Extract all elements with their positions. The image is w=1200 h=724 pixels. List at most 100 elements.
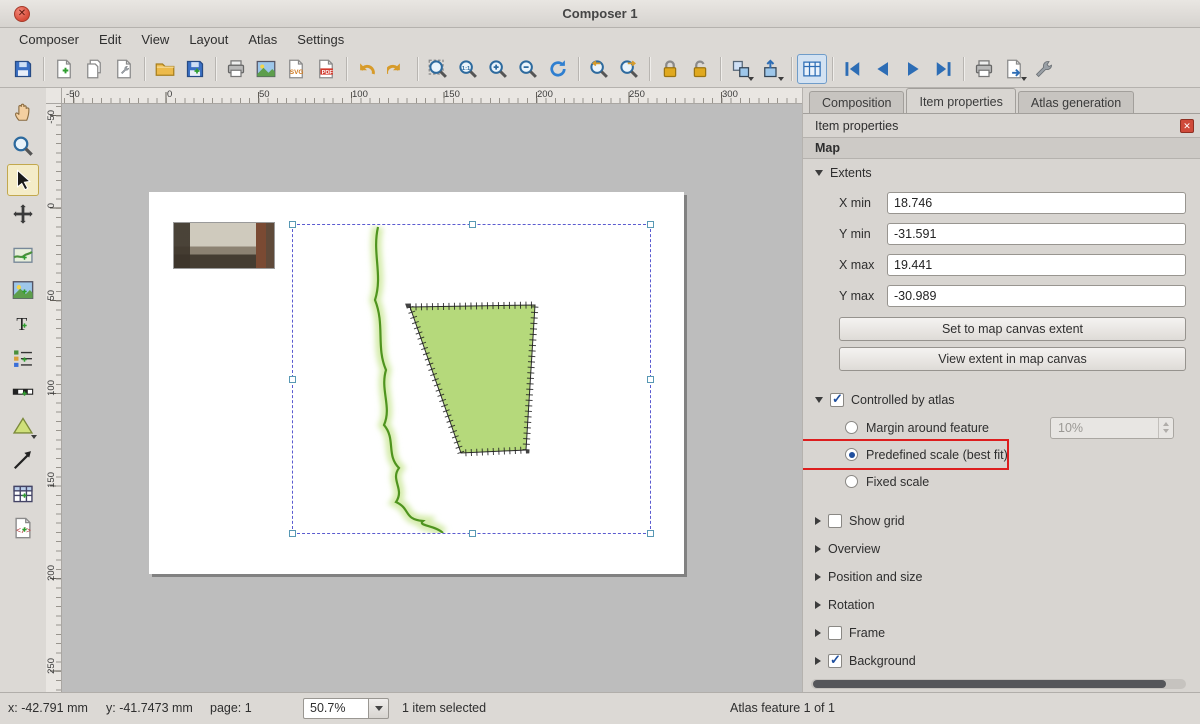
spinner-arrows-icon[interactable]	[1158, 418, 1173, 438]
tab-composition[interactable]: Composition	[809, 91, 904, 113]
show-grid-checkbox[interactable]	[828, 514, 842, 528]
atlas-first-feature-button[interactable]	[838, 54, 868, 84]
add-html-button[interactable]	[7, 512, 39, 544]
window-close-button[interactable]: ✕	[14, 6, 30, 22]
view-extent-in-map-canvas-button[interactable]: View extent in map canvas	[839, 347, 1186, 371]
redo-button[interactable]	[382, 54, 412, 84]
composition-page[interactable]	[149, 192, 684, 574]
background-section[interactable]: Background	[803, 647, 1200, 675]
resize-handle-se[interactable]	[647, 530, 654, 537]
add-shape-button[interactable]	[7, 410, 39, 442]
add-arrow-button[interactable]	[7, 444, 39, 476]
picture-item[interactable]	[174, 223, 274, 268]
atlas-previous-feature-button[interactable]	[868, 54, 898, 84]
fixed-scale-radio[interactable]	[845, 475, 858, 488]
atlas-settings-button[interactable]	[1029, 54, 1059, 84]
pan-tool-button[interactable]	[7, 96, 39, 128]
add-label-button[interactable]	[7, 308, 39, 340]
collapse-arrow-icon	[815, 397, 823, 403]
save-project-button[interactable]	[8, 54, 38, 84]
xmin-input[interactable]	[887, 192, 1186, 214]
rotation-section[interactable]: Rotation	[803, 591, 1200, 619]
frame-section[interactable]: Frame	[803, 619, 1200, 647]
add-attribute-table-button[interactable]	[7, 478, 39, 510]
new-composer-button[interactable]	[49, 54, 79, 84]
position-and-size-section[interactable]: Position and size	[803, 563, 1200, 591]
menu-composer[interactable]: Composer	[10, 30, 88, 49]
xmax-input[interactable]	[887, 254, 1186, 276]
controlled-by-atlas-header[interactable]: Controlled by atlas	[803, 386, 1200, 414]
zoom-in-button[interactable]	[483, 54, 513, 84]
export-image-button[interactable]	[251, 54, 281, 84]
print-atlas-button[interactable]	[969, 54, 999, 84]
resize-handle-w[interactable]	[289, 376, 296, 383]
panel-close-icon[interactable]: ✕	[1180, 119, 1194, 133]
zoom-dropdown-button[interactable]	[369, 698, 389, 719]
tab-atlas-generation[interactable]: Atlas generation	[1018, 91, 1134, 113]
atlas-next-feature-button[interactable]	[898, 54, 928, 84]
resize-handle-e[interactable]	[647, 376, 654, 383]
xmin-label: X min	[839, 196, 883, 210]
zoom-100-button[interactable]	[453, 54, 483, 84]
export-svg-button[interactable]	[281, 54, 311, 84]
add-map-icon	[12, 245, 34, 267]
atlas-last-feature-button[interactable]	[928, 54, 958, 84]
resize-handle-ne[interactable]	[647, 221, 654, 228]
controlled-by-atlas-label: Controlled by atlas	[851, 393, 955, 407]
tab-item-properties[interactable]: Item properties	[906, 88, 1015, 113]
show-grid-section[interactable]: Show grid	[803, 507, 1200, 535]
raise-items-button[interactable]	[756, 54, 786, 84]
export-pdf-button[interactable]	[311, 54, 341, 84]
resize-handle-s[interactable]	[469, 530, 476, 537]
add-scalebar-button[interactable]	[7, 376, 39, 408]
zoom-tool-button[interactable]	[7, 130, 39, 162]
ymax-input[interactable]	[887, 285, 1186, 307]
menu-atlas[interactable]: Atlas	[239, 30, 286, 49]
resize-handle-sw[interactable]	[289, 530, 296, 537]
composition-canvas[interactable]	[62, 104, 802, 692]
group-items-button[interactable]	[726, 54, 756, 84]
collapse-arrow-icon	[815, 573, 821, 581]
add-legend-button[interactable]	[7, 342, 39, 374]
zoom-last-button[interactable]	[584, 54, 614, 84]
overview-section[interactable]: Overview	[803, 535, 1200, 563]
zoom-out-button[interactable]	[513, 54, 543, 84]
composer-manager-button[interactable]	[109, 54, 139, 84]
pan-hand-icon	[12, 101, 34, 123]
print-button[interactable]	[221, 54, 251, 84]
background-checkbox[interactable]	[828, 654, 842, 668]
zoom-full-button[interactable]	[423, 54, 453, 84]
menu-view[interactable]: View	[132, 30, 178, 49]
add-image-button[interactable]	[7, 274, 39, 306]
scrollbar-thumb[interactable]	[813, 680, 1166, 688]
load-template-button[interactable]	[150, 54, 180, 84]
refresh-view-button[interactable]	[543, 54, 573, 84]
select-move-item-button[interactable]	[7, 164, 39, 196]
duplicate-composer-button[interactable]	[79, 54, 109, 84]
predefined-scale-radio[interactable]	[845, 448, 858, 461]
move-item-content-button[interactable]	[7, 198, 39, 230]
zoom-next-button[interactable]	[614, 54, 644, 84]
controlled-by-atlas-checkbox[interactable]	[830, 393, 844, 407]
margin-around-feature-radio[interactable]	[845, 421, 858, 434]
undo-button[interactable]	[352, 54, 382, 84]
menu-edit[interactable]: Edit	[90, 30, 130, 49]
resize-handle-n[interactable]	[469, 221, 476, 228]
set-to-map-canvas-extent-button[interactable]: Set to map canvas extent	[839, 317, 1186, 341]
zoom-level-combobox[interactable]: 50.7%	[303, 698, 369, 719]
add-map-button[interactable]	[7, 240, 39, 272]
ymin-input[interactable]	[887, 223, 1186, 245]
frame-checkbox[interactable]	[828, 626, 842, 640]
resize-handle-nw[interactable]	[289, 221, 296, 228]
panel-horizontal-scrollbar[interactable]	[811, 679, 1186, 689]
atlas-preview-toggle[interactable]	[797, 54, 827, 84]
map-item-selected[interactable]	[292, 224, 651, 534]
menu-layout[interactable]: Layout	[180, 30, 237, 49]
export-atlas-button[interactable]	[999, 54, 1029, 84]
menu-settings[interactable]: Settings	[288, 30, 353, 49]
extents-section-header[interactable]: Extents	[803, 159, 1200, 187]
lock-items-button[interactable]	[655, 54, 685, 84]
margin-percent-field[interactable]: 10%	[1050, 417, 1174, 439]
save-template-button[interactable]	[180, 54, 210, 84]
unlock-items-button[interactable]	[685, 54, 715, 84]
